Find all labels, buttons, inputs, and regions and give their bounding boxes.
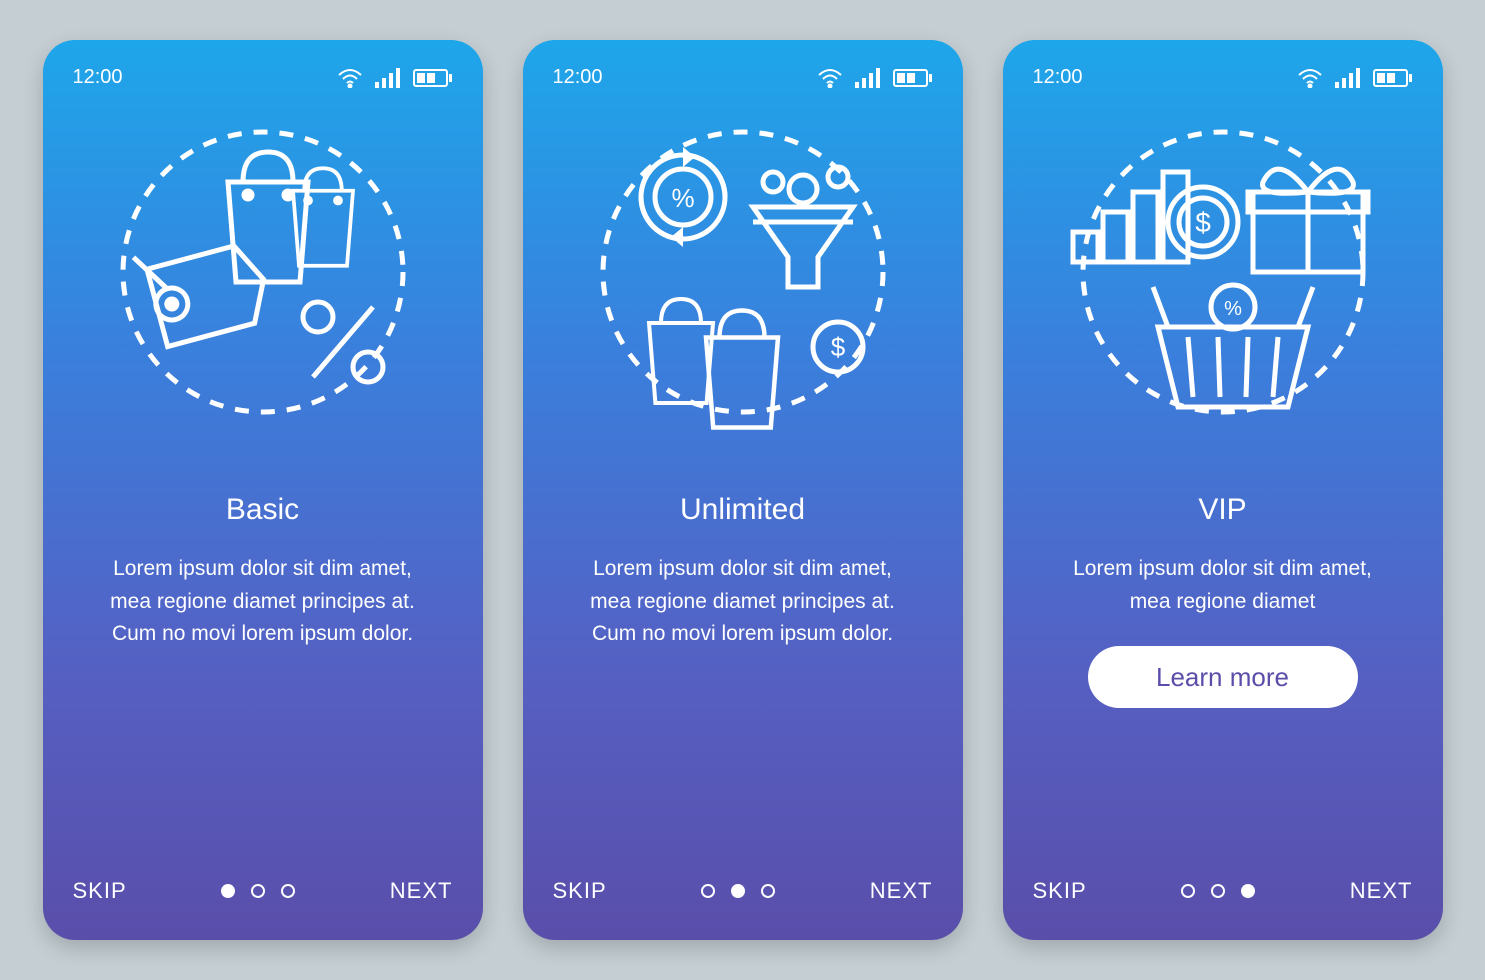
screen-description: Lorem ipsum dolor sit dim amet, mea regi…: [1033, 553, 1413, 618]
onboarding-screen-unlimited: 12:00 %: [523, 40, 963, 940]
status-indicators: [817, 68, 933, 88]
svg-text:%: %: [1224, 298, 1242, 320]
signal-icon: [375, 68, 401, 88]
screen-description: Lorem ipsum dolor sit dim amet, mea regi…: [73, 553, 453, 651]
dot-2: [1211, 884, 1225, 898]
screen-description: Lorem ipsum dolor sit dim amet, mea regi…: [553, 553, 933, 651]
skip-button[interactable]: SKIP: [1033, 878, 1087, 904]
dot-1: [701, 884, 715, 898]
dot-3: [281, 884, 295, 898]
dot-1: [221, 884, 235, 898]
skip-button[interactable]: SKIP: [73, 878, 127, 904]
dot-2: [731, 884, 745, 898]
dot-2: [251, 884, 265, 898]
battery-icon: [893, 68, 933, 88]
skip-button[interactable]: SKIP: [553, 878, 607, 904]
onboarding-screen-basic: 12:00: [43, 40, 483, 940]
vip-illustration: $ %: [1033, 107, 1413, 437]
status-indicators: [337, 68, 453, 88]
page-indicator: [701, 884, 775, 898]
page-indicator: [221, 884, 295, 898]
status-time: 12:00: [73, 66, 123, 89]
screen-title: Basic: [73, 493, 453, 527]
next-button[interactable]: NEXT: [390, 878, 453, 904]
page-indicator: [1181, 884, 1255, 898]
screen-title: Unlimited: [553, 493, 933, 527]
onboarding-screen-vip: 12:00 $: [1003, 40, 1443, 940]
next-button[interactable]: NEXT: [1350, 878, 1413, 904]
dot-3: [761, 884, 775, 898]
svg-text:$: $: [1195, 207, 1211, 238]
status-bar: 12:00: [1033, 66, 1413, 89]
learn-more-button[interactable]: Learn more: [1088, 646, 1358, 708]
dot-3: [1241, 884, 1255, 898]
svg-text:%: %: [671, 183, 694, 213]
wifi-icon: [337, 68, 363, 88]
nav-footer: SKIP NEXT: [73, 878, 453, 904]
battery-icon: [413, 68, 453, 88]
next-button[interactable]: NEXT: [870, 878, 933, 904]
svg-text:$: $: [830, 332, 845, 362]
wifi-icon: [817, 68, 843, 88]
battery-icon: [1373, 68, 1413, 88]
unlimited-illustration: % $: [553, 107, 933, 437]
dot-1: [1181, 884, 1195, 898]
screen-title: VIP: [1033, 493, 1413, 527]
wifi-icon: [1297, 68, 1323, 88]
status-bar: 12:00: [553, 66, 933, 89]
signal-icon: [855, 68, 881, 88]
basic-illustration: [73, 107, 453, 437]
status-time: 12:00: [553, 66, 603, 89]
signal-icon: [1335, 68, 1361, 88]
status-indicators: [1297, 68, 1413, 88]
status-time: 12:00: [1033, 66, 1083, 89]
nav-footer: SKIP NEXT: [553, 878, 933, 904]
nav-footer: SKIP NEXT: [1033, 878, 1413, 904]
status-bar: 12:00: [73, 66, 453, 89]
